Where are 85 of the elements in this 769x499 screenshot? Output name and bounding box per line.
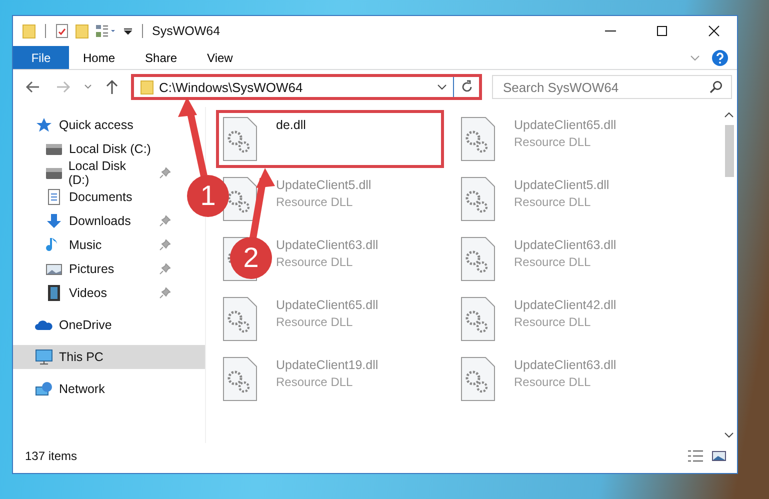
sidebar-label: Local Disk (D:) — [68, 159, 128, 187]
star-icon — [35, 117, 53, 133]
file-name: UpdateClient5.dll — [276, 178, 372, 192]
sidebar-label: Documents — [69, 190, 132, 204]
gear-file-icon — [222, 356, 258, 402]
large-icons-view-icon[interactable] — [711, 449, 727, 463]
sidebar-label: Music — [69, 238, 102, 252]
gear-file-icon — [460, 116, 496, 162]
search-icon[interactable] — [709, 80, 723, 94]
pin-icon[interactable] — [159, 239, 171, 251]
gear-file-icon — [460, 176, 496, 222]
file-name: UpdateClient65.dll — [276, 298, 378, 312]
help-icon[interactable] — [711, 48, 729, 66]
file-name: UpdateClient63.dll — [514, 238, 616, 252]
pin-icon[interactable] — [159, 287, 171, 299]
file-name: UpdateClient5.dll — [514, 178, 610, 192]
file-type: Resource DLL — [276, 315, 354, 329]
pin-icon[interactable] — [159, 263, 171, 275]
pin-icon[interactable] — [159, 215, 171, 227]
sidebar-label: Network — [59, 382, 105, 396]
sidebar-item[interactable]: Quick access — [13, 113, 205, 137]
pin-icon[interactable] — [159, 167, 171, 179]
drive-icon — [45, 165, 62, 181]
picture-icon — [45, 261, 63, 277]
document-icon — [45, 189, 63, 205]
layout-dropdown-icon[interactable] — [95, 23, 117, 39]
sidebar-item[interactable]: Pictures — [13, 257, 179, 281]
ribbon-tab[interactable]: Home — [69, 46, 132, 69]
file-type: Resource DLL — [276, 375, 354, 389]
sidebar-label: OneDrive — [59, 318, 112, 332]
window-title: SysWOW64 — [152, 24, 220, 38]
item-count: 137 items — [25, 449, 78, 463]
file-name: UpdateClient63.dll — [514, 358, 616, 372]
sidebar-item[interactable]: Downloads — [13, 209, 179, 233]
search-field[interactable]: Search SysWOW64 — [492, 75, 732, 99]
file-type: Resource DLL — [276, 195, 354, 209]
sidebar-label: This PC — [59, 350, 104, 364]
sidebar-label: Downloads — [69, 214, 131, 228]
scroll-thumb[interactable] — [724, 125, 734, 177]
file-type: Resource DLL — [514, 135, 592, 149]
network-icon — [35, 381, 53, 397]
properties-icon[interactable] — [55, 23, 69, 39]
file-name: UpdateClient63.dll — [276, 238, 378, 252]
file-name: UpdateClient65.dll — [514, 118, 616, 132]
sidebar-label: Videos — [69, 286, 107, 300]
gear-file-icon — [460, 296, 496, 342]
sidebar-item[interactable]: This PC — [13, 345, 205, 369]
file-item[interactable]: de.dll — [216, 110, 444, 168]
ribbon-tab[interactable]: View — [193, 46, 249, 69]
dropdown-icon[interactable] — [436, 82, 448, 92]
details-view-icon[interactable] — [687, 449, 705, 463]
scroll-down-icon[interactable] — [724, 431, 734, 439]
gear-file-icon — [222, 176, 258, 222]
ribbon-tab[interactable]: Share — [131, 46, 194, 69]
file-type: Resource DLL — [514, 315, 592, 329]
gear-file-icon — [460, 236, 496, 282]
drive-icon — [45, 141, 63, 157]
sidebar-item[interactable]: Videos — [13, 281, 179, 305]
sidebar-item[interactable]: Local Disk (D:) — [13, 161, 179, 185]
file-name: de.dll — [276, 118, 306, 132]
gear-file-icon — [460, 356, 496, 402]
sidebar-label: Pictures — [69, 262, 114, 276]
down-arrow-icon — [45, 213, 63, 229]
gear-file-icon — [222, 116, 258, 162]
file-type: Resource DLL — [514, 195, 592, 209]
sidebar-item[interactable]: Music — [13, 233, 179, 257]
scroll-up-icon[interactable] — [724, 111, 734, 119]
film-icon — [45, 285, 63, 301]
sidebar-label: Local Disk (C:) — [69, 142, 151, 156]
address-bar[interactable]: C:\Windows\SysWOW64 — [131, 74, 482, 100]
expand-ribbon-icon[interactable] — [689, 52, 701, 62]
arrow-annotation — [250, 168, 275, 239]
sidebar-label: Quick access — [59, 118, 134, 132]
file-name: UpdateClient19.dll — [276, 358, 378, 372]
sidebar-item[interactable]: Network — [13, 377, 205, 401]
monitor-icon — [35, 349, 53, 365]
file-type: Resource DLL — [514, 255, 592, 269]
gear-file-icon — [222, 296, 258, 342]
sidebar-item[interactable]: OneDrive — [13, 313, 205, 337]
file-type: Resource DLL — [514, 375, 592, 389]
sidebar-item[interactable]: Local Disk (C:) — [13, 137, 179, 161]
file-name: UpdateClient42.dll — [514, 298, 616, 312]
folder-icon — [140, 79, 154, 95]
file-type: Resource DLL — [276, 255, 354, 269]
file-tab[interactable]: File — [13, 46, 69, 69]
